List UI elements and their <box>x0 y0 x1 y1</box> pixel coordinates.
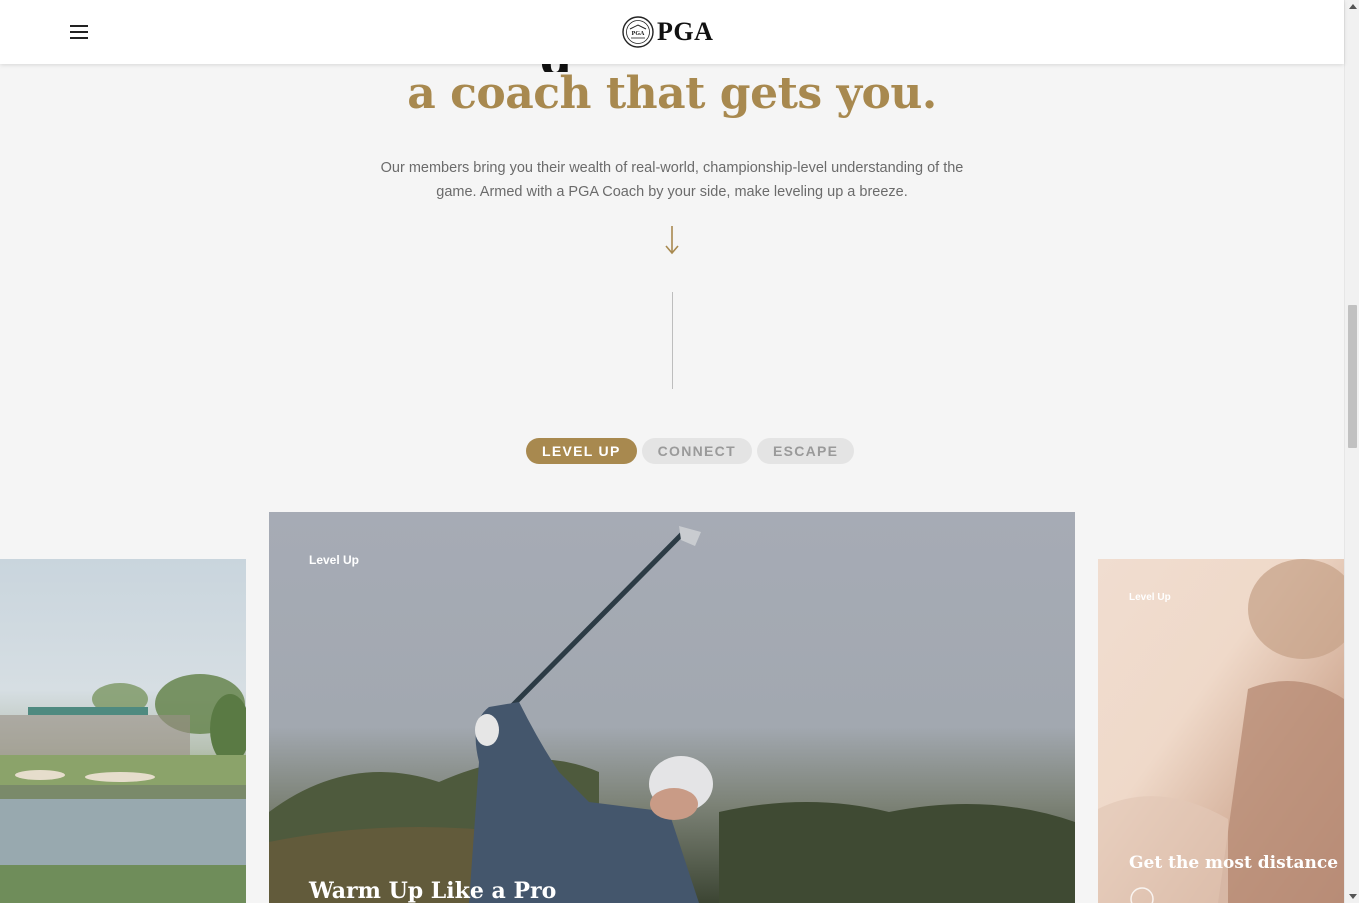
tab-escape[interactable]: ESCAPE <box>756 438 855 464</box>
hero-lead-text: Our members bring you their wealth of re… <box>380 160 964 200</box>
card-right[interactable]: Level Up Get the most distance ou <box>1098 559 1344 903</box>
logo-text: PGA <box>657 17 714 46</box>
card-title: Get the most distance ou <box>1129 853 1344 873</box>
golfer-swing-image <box>269 512 1075 903</box>
card-tag: Level Up <box>1129 592 1171 603</box>
scroll-thumb[interactable] <box>1348 305 1357 448</box>
pga-seal-icon: PGA <box>622 16 654 48</box>
pga-logo[interactable]: PGA PGA <box>622 16 713 48</box>
scroll-down-icon[interactable] <box>1349 894 1357 899</box>
card-tag: Level Up <box>309 553 360 567</box>
card-left[interactable] <box>0 559 246 903</box>
tab-connect[interactable]: CONNECT <box>641 438 752 464</box>
hamburger-menu-icon[interactable] <box>70 25 90 39</box>
svg-text:PGA: PGA <box>632 31 645 37</box>
site-header: PGA PGA <box>0 0 1344 64</box>
card-main[interactable]: Level Up Warm Up Like a Pro <box>269 512 1075 903</box>
hero-headline: a coach that gets you. <box>407 68 937 119</box>
golf-course-image <box>0 559 246 903</box>
down-arrow-icon[interactable] <box>662 224 682 256</box>
page-scrollbar[interactable] <box>1344 0 1359 903</box>
divider-line <box>672 292 673 389</box>
card-title: Warm Up Like a Pro <box>309 878 557 903</box>
tab-level-up[interactable]: LEVEL UP <box>526 438 637 464</box>
category-tabs: LEVEL UP CONNECT ESCAPE <box>526 438 855 464</box>
scroll-up-icon[interactable] <box>1349 4 1357 9</box>
golfer-sunset-image <box>1098 559 1344 903</box>
